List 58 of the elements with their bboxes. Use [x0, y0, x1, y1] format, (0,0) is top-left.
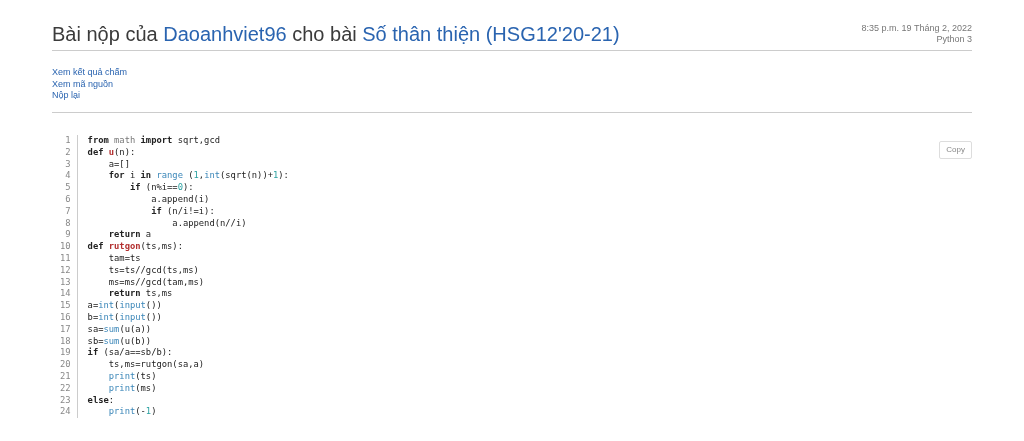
line-number: 11 — [60, 253, 71, 265]
line-number: 23 — [60, 394, 71, 407]
line-number: 1 — [64, 135, 71, 147]
code-line: if (n/i!=i): — [150, 205, 216, 218]
line-number: 24 — [60, 406, 71, 419]
submission-timestamp: 8:35 p.m. 19 Tháng 2, 2022 — [861, 22, 972, 35]
code-line: print(-1) — [107, 406, 158, 419]
code-line: a=int(input()) — [87, 300, 163, 312]
code-line: if (n%i==0): — [128, 182, 195, 195]
line-number: 3 — [64, 158, 71, 171]
line-number: 13 — [60, 276, 71, 289]
title-text: cho bài — [292, 23, 357, 45]
code-line: tam=ts — [107, 253, 142, 265]
code-line: a.append(n//i) — [171, 217, 248, 230]
line-number: 22 — [60, 382, 71, 395]
code-line: ms=ms//gcd(tam,ms) — [107, 276, 206, 289]
code-line: return ts,ms — [107, 288, 174, 301]
line-number: 8 — [64, 217, 71, 230]
line-number: 14 — [60, 288, 71, 301]
line-number: 4 — [64, 170, 71, 183]
code-line: for i in range (1,int(sqrt(n))+1): — [107, 170, 289, 182]
line-number: 12 — [60, 264, 71, 277]
code-line: else: — [87, 394, 116, 407]
title-link[interactable]: Số thân thiện (HSG12'20-21) — [362, 23, 620, 45]
code-line: a=[] — [107, 158, 131, 171]
line-number: 16 — [60, 312, 71, 324]
code-line: sb=sum(u(b)) — [87, 335, 153, 347]
code-line: b=int(input()) — [87, 312, 163, 324]
line-number: 19 — [60, 347, 71, 360]
code-line: sa=sum(u(a)) — [87, 323, 153, 336]
code-line: print(ts) — [107, 371, 158, 383]
line-number: 18 — [60, 335, 71, 348]
action-link[interactable]: Xem kết quả chấm — [52, 67, 128, 79]
code-line: a.append(i) — [150, 194, 211, 206]
code-line: return a — [107, 229, 153, 242]
copy-button[interactable]: Copy — [939, 141, 972, 160]
line-number: 5 — [64, 182, 71, 195]
action-link[interactable]: Xem mã nguồn — [52, 78, 114, 91]
line-number: 17 — [60, 323, 71, 336]
code-line: ts,ms=rutgon(sa,a) — [107, 359, 206, 371]
code-line: def rutgon(ts,ms): — [87, 241, 184, 254]
line-number: 7 — [64, 205, 71, 218]
code-line: if (sa/a==sb/b): — [87, 347, 174, 360]
line-number: 21 — [60, 371, 71, 383]
line-number: 15 — [60, 300, 71, 312]
language-label: Python 3 — [935, 34, 972, 46]
code-line: def u(n): — [87, 146, 137, 159]
code-line: print(ms) — [107, 382, 158, 395]
action-link[interactable]: Nộp lại — [52, 90, 80, 103]
code-line: ts=ts//gcd(ts,ms) — [107, 264, 200, 277]
line-number: 9 — [64, 229, 71, 242]
line-number: 6 — [64, 194, 71, 206]
line-number: 2 — [64, 146, 71, 159]
code-line: from math import sqrt,gcd — [87, 135, 221, 147]
line-number: 10 — [60, 241, 71, 254]
title-text: Bài nộp của — [52, 23, 158, 45]
line-number: 20 — [60, 359, 71, 371]
title-link[interactable]: Daoanhviet96 — [163, 23, 287, 45]
